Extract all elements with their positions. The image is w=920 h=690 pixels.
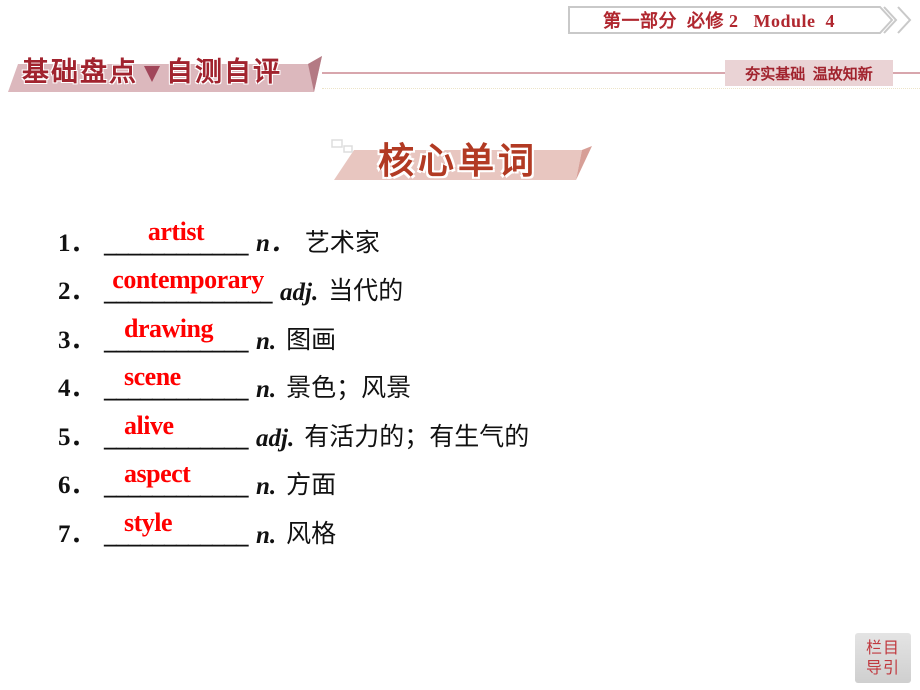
- answer-blank: ____________ alive: [104, 410, 249, 452]
- answer-text: alive: [124, 410, 174, 440]
- answer-text: aspect: [124, 459, 191, 488]
- section-guide-button[interactable]: 栏目 导引: [855, 633, 911, 683]
- meaning: 有活力的；有生气的: [304, 421, 530, 451]
- section-title-right: 自测自评: [166, 57, 282, 88]
- triangle-down-icon: [144, 65, 160, 82]
- nav-button-line2: 导引: [865, 658, 900, 677]
- answer-text: contemporary: [112, 265, 264, 294]
- answer-blank: ____________ scene: [104, 362, 249, 403]
- part-of-speech: n.: [256, 521, 277, 549]
- meaning: 当代的: [328, 276, 404, 305]
- nav-button-line1: 栏目: [865, 638, 900, 657]
- item-number: 4．: [58, 375, 96, 402]
- vocab-item: 3． ____________ drawing n. 图画: [58, 307, 529, 356]
- vocab-item: 2． ______________ contemporary adj. 当代的: [58, 259, 529, 308]
- vocab-item: 6． ____________ aspect n. 方面: [58, 453, 529, 502]
- part-of-speech: n.: [256, 327, 277, 355]
- answer-blank: ____________ artist: [104, 216, 249, 258]
- answer-text: artist: [147, 216, 205, 246]
- meaning: 风格: [286, 518, 337, 548]
- answer-blank: ____________ style: [104, 507, 249, 549]
- breadcrumb-text: 第一部分 必修 2 Module 4: [602, 11, 835, 31]
- item-number: 6．: [58, 472, 96, 499]
- item-number: 7．: [58, 520, 96, 548]
- item-number: 2．: [58, 278, 96, 305]
- breadcrumb: 第一部分 必修 2 Module 4: [568, 6, 868, 34]
- answer-text: style: [124, 507, 173, 537]
- answer-blank: ____________ aspect: [104, 459, 249, 500]
- vocab-item: 7． ____________ style n. 风格: [58, 501, 529, 550]
- vocab-list: 1． ____________ artist n． 艺术家 2． ________…: [58, 210, 529, 550]
- answer-text: scene: [124, 362, 181, 391]
- part-of-speech: adj.: [256, 424, 295, 452]
- answer-blank: ____________ drawing: [104, 313, 249, 355]
- section-title-left: 基础盘点: [22, 57, 138, 88]
- heading-ribbon: 核心单词: [330, 128, 592, 184]
- item-number: 1．: [58, 229, 96, 257]
- part-of-speech: n.: [256, 473, 277, 500]
- item-number: 3．: [58, 326, 96, 354]
- meaning: 艺术家: [304, 227, 380, 257]
- tagline: 夯实基础 温故知新: [725, 60, 893, 86]
- meaning: 方面: [286, 470, 337, 499]
- section-title: 基础盘点 自测自评: [22, 50, 282, 89]
- vocab-item: 5． ____________ alive adj. 有活力的；有生气的: [58, 404, 529, 453]
- header-divider-dotted: [322, 88, 920, 90]
- chevron-right-icon: [866, 6, 912, 34]
- part-of-speech: n．: [256, 229, 295, 257]
- vocab-item: 1． ____________ artist n． 艺术家: [58, 210, 529, 259]
- heading-title: 核心单词: [378, 141, 539, 182]
- part-of-speech: n.: [256, 376, 277, 403]
- meaning: 景色；风景: [286, 373, 412, 402]
- answer-blank: ______________ contemporary: [104, 265, 273, 306]
- answer-text: drawing: [124, 313, 213, 343]
- vocab-item: 4． ____________ scene n. 景色；风景: [58, 356, 529, 405]
- section-banner: 基础盘点 自测自评: [8, 48, 322, 92]
- item-number: 5．: [58, 423, 96, 451]
- part-of-speech: adj.: [280, 279, 319, 306]
- meaning: 图画: [286, 324, 337, 354]
